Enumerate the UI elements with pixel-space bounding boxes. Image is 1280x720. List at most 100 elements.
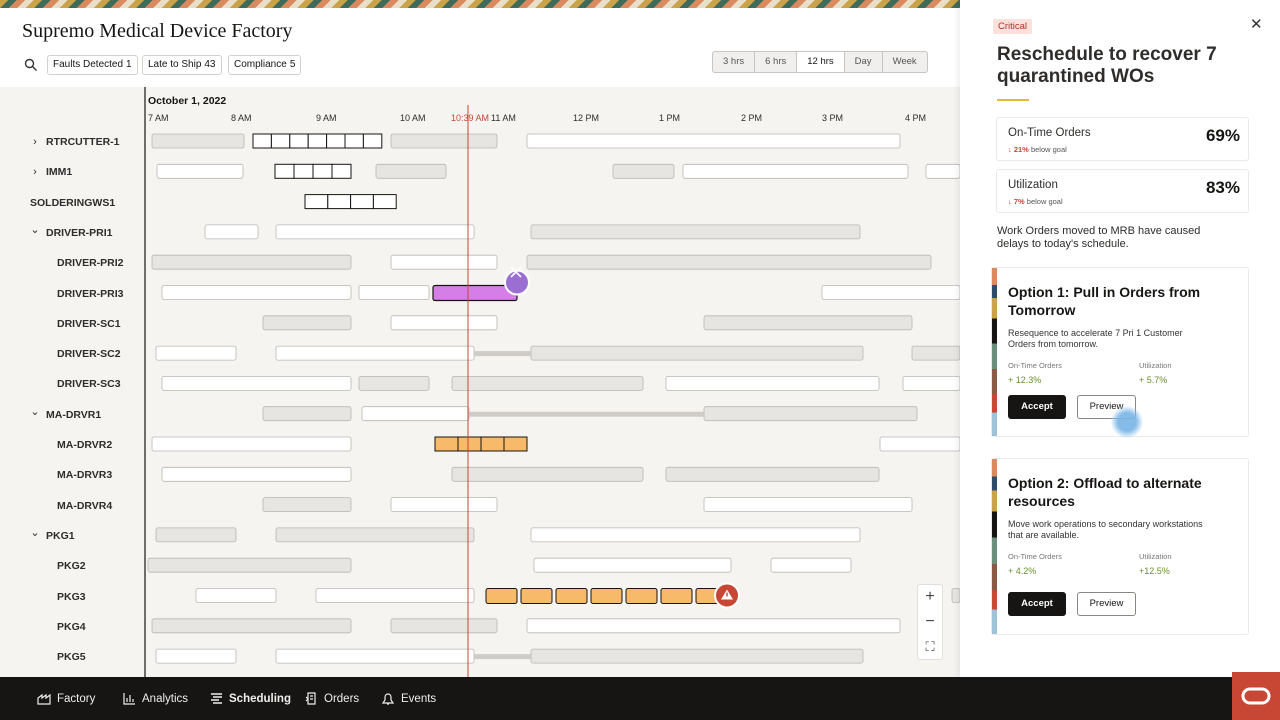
- option-metric-label: On-Time Orders: [1008, 361, 1062, 370]
- work-order-bar: [275, 648, 475, 664]
- preview-button[interactable]: Preview: [1077, 592, 1136, 616]
- oracle-logo: [1232, 672, 1280, 720]
- resource-row-label[interactable]: ⌄ DRIVER-PRI1: [30, 224, 112, 239]
- timescale-3hrs[interactable]: 3 hrs: [713, 52, 756, 72]
- nav-orders[interactable]: Orders: [305, 677, 359, 720]
- work-order-bar: [161, 466, 352, 482]
- chevron-right-icon[interactable]: ›: [30, 166, 40, 178]
- filter-chip-faults[interactable]: Faults Detected 1: [47, 55, 138, 75]
- resource-row-label[interactable]: › RTRCUTTER-1: [30, 136, 119, 148]
- filter-chip-late-to-ship[interactable]: Late to Ship 43: [142, 55, 222, 75]
- kpi-name: Utilization: [1008, 179, 1058, 191]
- zoom-controls: + − ⛶: [917, 584, 943, 660]
- option-metric-value: + 4.2%: [1008, 566, 1037, 576]
- nav-factory[interactable]: Factory: [37, 677, 95, 720]
- timescale-6hrs[interactable]: 6 hrs: [755, 52, 798, 72]
- fit-screen-icon[interactable]: ⛶: [925, 639, 934, 655]
- chip-count: 1: [126, 59, 132, 70]
- work-order-bar: [526, 618, 901, 634]
- chip-count: 5: [289, 59, 296, 70]
- row-label-text: PKG4: [57, 620, 86, 633]
- filter-chip-compliance[interactable]: Compliance 5: [228, 55, 302, 75]
- app-title: Supremo Medical Device Factory: [22, 20, 293, 42]
- chevron-down-icon[interactable]: ⌄: [30, 526, 40, 539]
- chevron-right-icon[interactable]: ›: [30, 136, 40, 148]
- work-order-bar: [451, 375, 644, 391]
- search-icon[interactable]: [24, 58, 38, 72]
- work-order-bar: [151, 436, 352, 452]
- late-order-segment: [480, 436, 505, 452]
- factory-icon: [37, 693, 51, 705]
- accept-button[interactable]: Accept: [1008, 395, 1066, 419]
- dependency-connector: [474, 351, 531, 357]
- batch-segment: [312, 163, 333, 179]
- close-icon[interactable]: ✕: [1250, 15, 1263, 33]
- warning-icon-mark: [726, 592, 728, 597]
- option-title: Option 2: Offload to alternate resources: [1008, 475, 1202, 509]
- batch-segment: [304, 194, 329, 210]
- row-label-text: DRIVER-SC1: [57, 317, 121, 330]
- timescale-day[interactable]: Day: [845, 52, 883, 72]
- resource-row-label[interactable]: ⌄ MA-DRVR1: [30, 406, 101, 421]
- work-order-bar: [375, 163, 447, 179]
- kpi-delta-text: below goal: [1026, 197, 1063, 206]
- work-order-bar: [262, 315, 352, 331]
- late-order-segment: [457, 436, 482, 452]
- resource-row-label[interactable]: › IMM1: [30, 166, 72, 178]
- late-order-segment: [503, 436, 528, 452]
- nav-label: Factory: [57, 692, 96, 705]
- timescale-12hrs[interactable]: 12 hrs: [797, 52, 845, 72]
- row-label-text: IMM1: [46, 166, 73, 179]
- work-order-bar: [262, 497, 352, 513]
- batch-segment: [327, 194, 352, 210]
- late-order-segment: [434, 436, 459, 452]
- nav-events[interactable]: Events: [381, 677, 436, 720]
- work-order-bar: [951, 588, 960, 603]
- current-time-label: 10:39 AM: [451, 113, 490, 123]
- quarantined-work-order: [432, 284, 518, 302]
- work-order-bar: [682, 163, 909, 179]
- nav-label: Analytics: [142, 692, 189, 705]
- resource-row-label: PKG3: [57, 591, 86, 603]
- work-order-bar: [526, 133, 901, 149]
- resource-row-label: DRIVER-PRI3: [57, 288, 124, 300]
- work-order-bar: [770, 557, 852, 573]
- work-order-bar: [879, 436, 960, 452]
- work-order-bar: [262, 406, 352, 422]
- work-order-bar: [204, 224, 259, 240]
- batch-segment: [372, 194, 397, 210]
- kpi-value: 83%: [1205, 178, 1240, 197]
- work-order-bar: [530, 527, 861, 543]
- resource-row-label: DRIVER-SC3: [57, 378, 121, 390]
- kpi-delta: ↓ 7% below goal: [1008, 197, 1063, 206]
- work-order-bar: [151, 618, 352, 634]
- accept-button[interactable]: Accept: [1008, 592, 1066, 616]
- work-order-bar: [275, 345, 475, 361]
- work-order-bar: [703, 497, 913, 513]
- row-label-text: PKG2: [57, 560, 86, 573]
- work-order-bar: [275, 224, 475, 240]
- resource-row-label: MA-DRVR3: [57, 469, 112, 481]
- chip-count: 43: [204, 59, 216, 70]
- option-metric-label: Utilization: [1139, 361, 1172, 370]
- work-order-bar: [195, 588, 277, 603]
- hour-tick-label: 3 PM: [822, 113, 844, 123]
- row-label-text: PKG5: [57, 651, 86, 664]
- row-label-text: DRIVER-PRI3: [57, 287, 124, 300]
- nav-scheduling[interactable]: Scheduling: [210, 677, 291, 720]
- work-order-bar: [390, 618, 498, 634]
- zoom-out-icon[interactable]: −: [925, 613, 934, 630]
- resource-row-label: DRIVER-SC1: [57, 318, 121, 330]
- work-order-bar: [390, 133, 498, 149]
- timescale-week[interactable]: Week: [883, 52, 927, 72]
- option-stripe: [992, 268, 997, 436]
- chevron-down-icon[interactable]: ⌄: [30, 405, 40, 418]
- chevron-down-icon[interactable]: ⌄: [30, 223, 40, 236]
- resource-row-label[interactable]: ⌄ PKG1: [30, 527, 74, 542]
- dependency-connector: [474, 654, 531, 660]
- work-order-bar: [526, 254, 932, 270]
- zoom-in-icon[interactable]: +: [925, 589, 934, 605]
- batch-segment: [270, 133, 291, 149]
- work-order-bar: [151, 133, 245, 149]
- nav-analytics[interactable]: Analytics: [123, 677, 188, 720]
